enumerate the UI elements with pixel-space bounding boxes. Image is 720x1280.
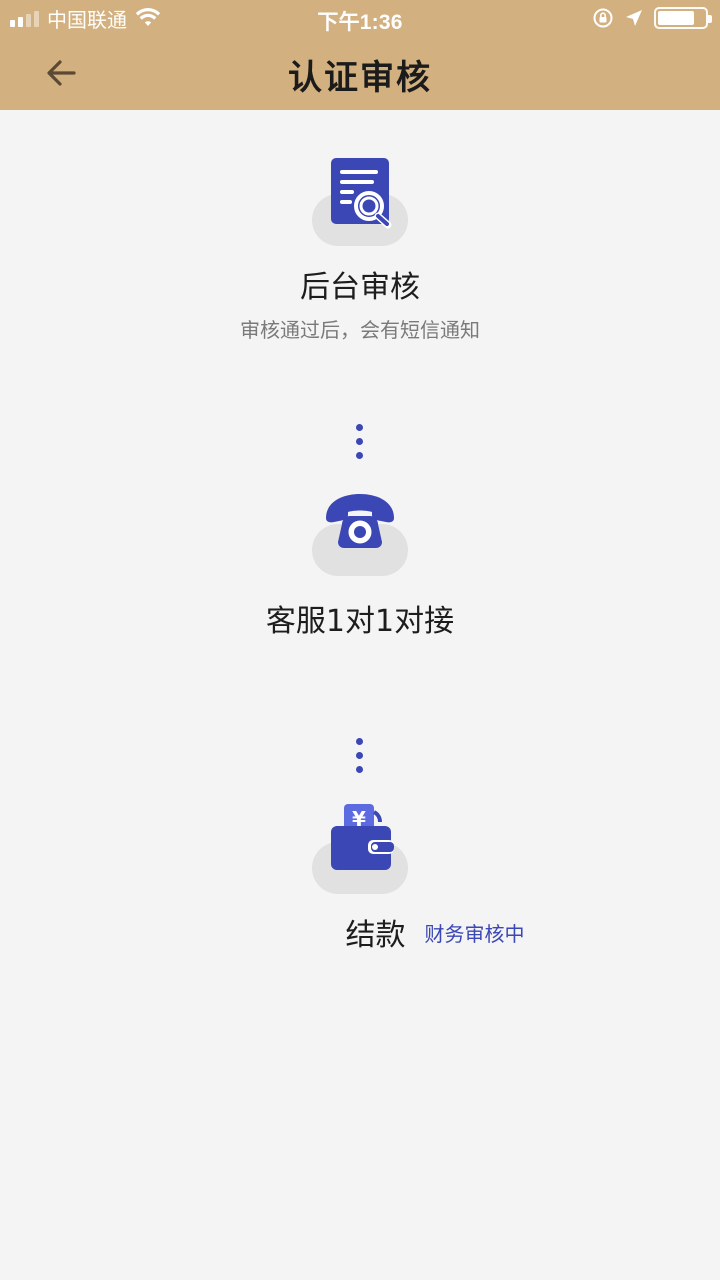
step-3-title: 结款 bbox=[345, 918, 406, 953]
step-2-title: 客服1对1对接 bbox=[265, 604, 455, 639]
step-1-title: 后台审核 bbox=[300, 270, 420, 305]
status-bar: 中国联通 下午1:36 bbox=[0, 0, 720, 36]
step-3-status: 财务审核中 bbox=[424, 921, 525, 946]
step-3-row: 结款 财务审核中 bbox=[0, 910, 720, 954]
nav-bar: 认证审核 bbox=[0, 36, 720, 110]
rotation-lock-icon bbox=[593, 8, 613, 28]
step-3-icon-container: ¥ bbox=[312, 798, 408, 894]
step-connector-dots bbox=[356, 424, 364, 459]
status-right bbox=[592, 6, 712, 30]
step-2-icon-container bbox=[312, 480, 408, 576]
step-connector-dots bbox=[356, 738, 364, 773]
wallet-icon: ¥ bbox=[331, 804, 394, 870]
step-1-icon-container bbox=[312, 150, 408, 246]
battery-icon bbox=[654, 7, 712, 29]
step-1-subtitle: 审核通过后，会有短信通知 bbox=[240, 318, 480, 342]
page-title: 认证审核 bbox=[288, 58, 432, 98]
location-arrow-icon bbox=[626, 10, 642, 26]
telephone-icon bbox=[326, 494, 394, 548]
document-search-icon bbox=[331, 158, 392, 229]
